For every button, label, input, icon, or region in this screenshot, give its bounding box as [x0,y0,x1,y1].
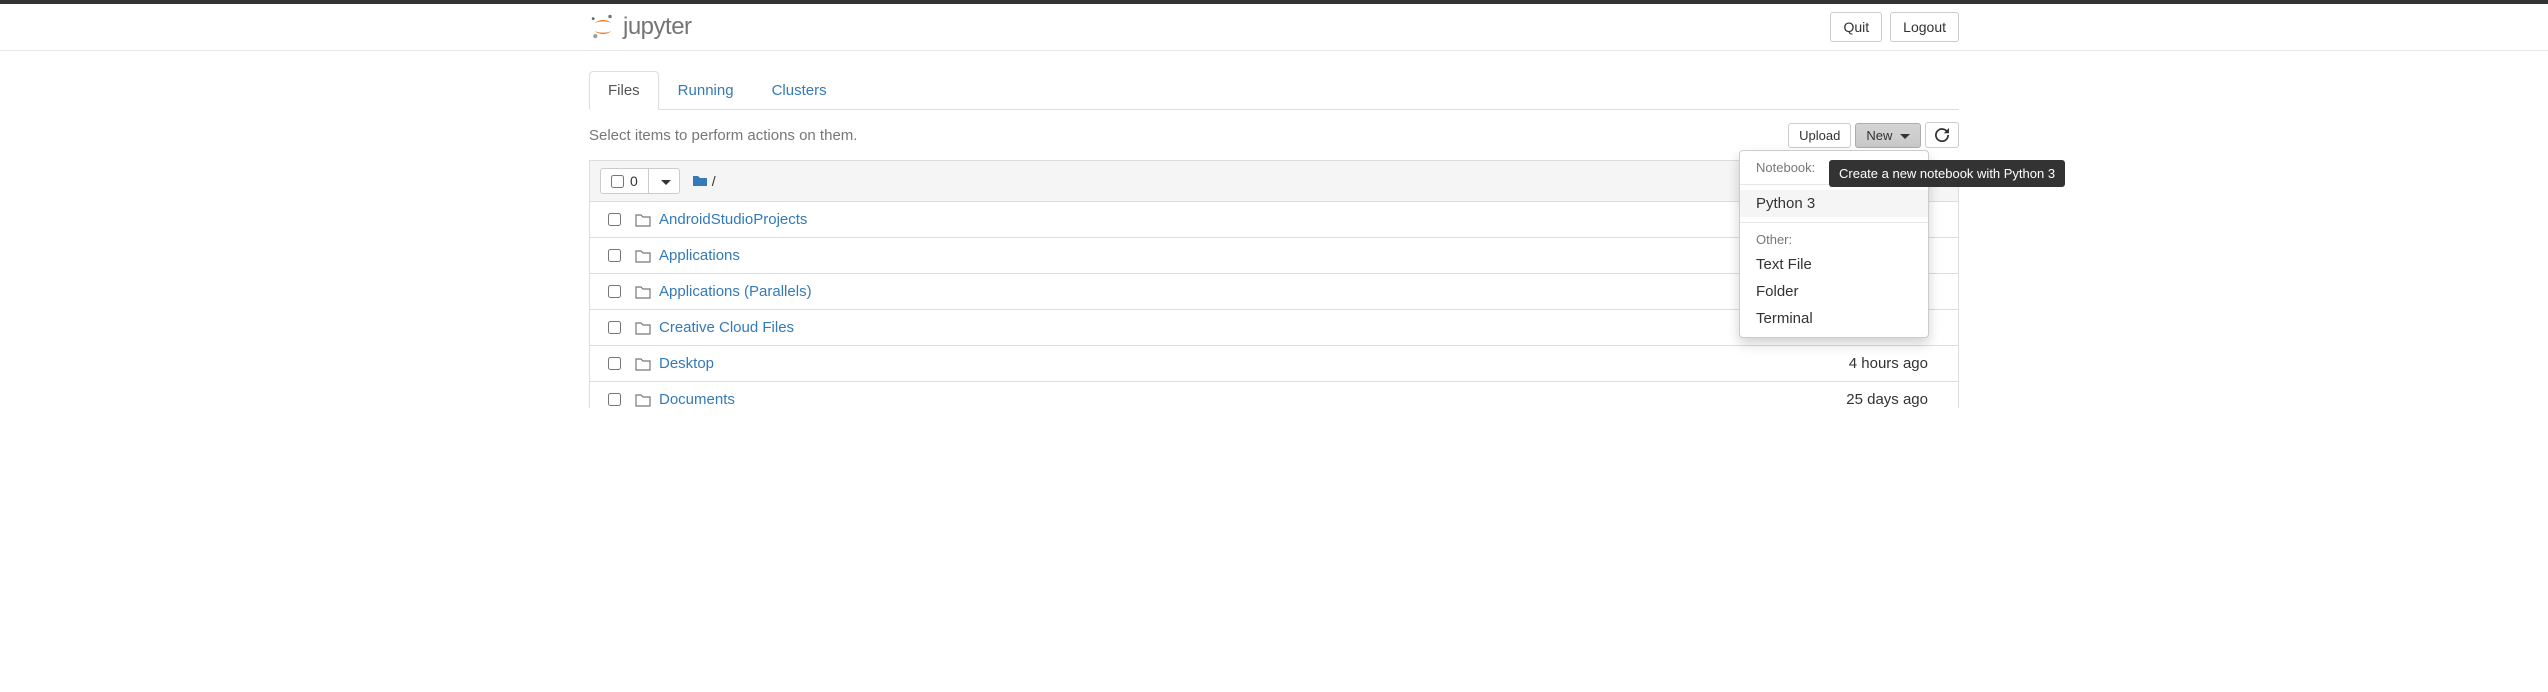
dropdown-item-folder[interactable]: Folder [1740,278,1928,305]
dropdown-item-textfile[interactable]: Text File [1740,251,1928,278]
folder-outline-icon [635,321,651,335]
select-all-checkbox[interactable] [611,175,624,188]
folder-outline-icon [635,393,651,407]
file-time: 25 days ago [1846,391,1948,408]
folder-outline-icon [635,249,651,263]
tab-clusters[interactable]: Clusters [753,71,846,110]
caret-down-icon [661,180,671,185]
divider [1740,222,1928,223]
folder-outline-icon [635,213,651,227]
file-link[interactable]: Creative Cloud Files [659,319,794,336]
new-button-label: New [1866,128,1892,143]
dropdown-header-other: Other: [1740,228,1928,251]
header: jupyter Quit Logout [0,4,2548,51]
breadcrumb-root: / [712,173,716,189]
row-checkbox[interactable] [608,357,621,370]
breadcrumb[interactable]: / [692,173,716,189]
quit-button[interactable]: Quit [1830,12,1882,42]
tab-running[interactable]: Running [659,71,753,110]
tooltip: Create a new notebook with Python 3 [1829,160,2065,187]
file-link[interactable]: Desktop [659,355,714,372]
row-checkbox[interactable] [608,249,621,262]
caret-down-icon [1900,134,1910,139]
file-link[interactable]: Applications [659,247,740,264]
jupyter-icon [589,13,617,41]
file-link[interactable]: Applications (Parallels) [659,283,812,300]
new-button[interactable]: New [1855,123,1921,148]
list-item: Desktop 4 hours ago [589,346,1959,382]
dropdown-item-python3[interactable]: Python 3 [1740,190,1928,217]
folder-outline-icon [635,285,651,299]
tabs: Files Running Clusters [589,71,1959,110]
file-time: 4 hours ago [1849,355,1948,372]
select-count: 0 [630,173,638,189]
folder-outline-icon [635,357,651,371]
logout-button[interactable]: Logout [1890,12,1959,42]
row-checkbox[interactable] [608,213,621,226]
logo-text: jupyter [623,13,692,41]
folder-icon [692,173,708,189]
refresh-button[interactable] [1925,122,1959,148]
file-link[interactable]: AndroidStudioProjects [659,211,807,228]
select-all-group: 0 [600,168,680,194]
row-checkbox[interactable] [608,285,621,298]
logo[interactable]: jupyter [589,13,692,41]
file-link[interactable]: Documents [659,391,735,408]
row-checkbox[interactable] [608,393,621,406]
select-dropdown[interactable] [648,169,679,193]
action-hint: Select items to perform actions on them. [589,127,857,144]
refresh-icon [1935,128,1949,142]
tab-files[interactable]: Files [589,71,659,110]
row-checkbox[interactable] [608,321,621,334]
list-item: Documents 25 days ago [589,382,1959,408]
dropdown-item-terminal[interactable]: Terminal [1740,305,1928,332]
upload-button[interactable]: Upload [1788,123,1851,148]
